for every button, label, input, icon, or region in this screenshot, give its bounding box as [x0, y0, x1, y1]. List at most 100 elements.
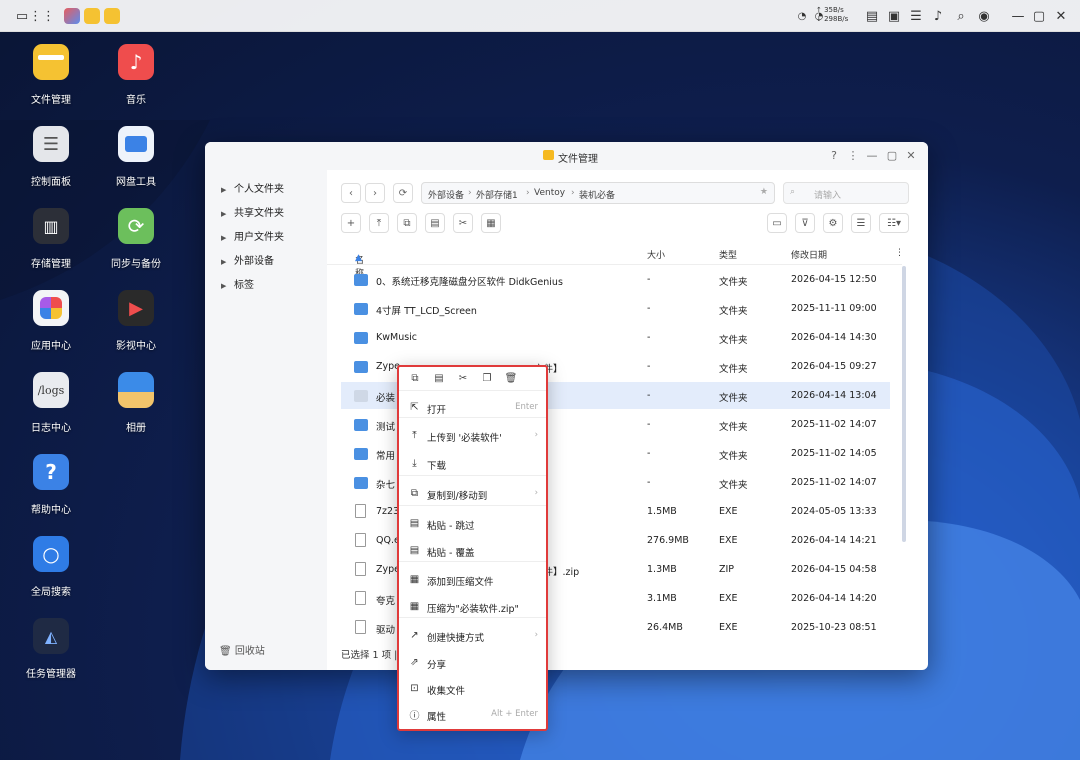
context-menu-item[interactable]: ▤ 粘贴 - 跳过	[399, 511, 546, 537]
help-button[interactable]: ?	[827, 148, 841, 162]
desktop-icon-video-center[interactable]: ▶ 影视中心	[96, 290, 176, 352]
share-icon: ⇗	[410, 657, 419, 668]
compress-button[interactable]: ▦	[481, 213, 501, 233]
widgets-icon[interactable]: ▤	[864, 8, 880, 24]
chevron-right-icon: ▶	[221, 186, 227, 194]
briefcase-button[interactable]: ▭	[767, 213, 787, 233]
desktop-icon-storage[interactable]: ▥ 存储管理	[11, 208, 91, 270]
close-button[interactable]: ✕	[904, 148, 918, 162]
context-menu-item[interactable]: ⊡ 收集文件	[399, 676, 546, 702]
close-icon[interactable]: ✕	[1053, 8, 1069, 24]
desktop-icon-log-center[interactable]: /logs 日志中心	[11, 372, 91, 434]
column-size[interactable]: 大小	[647, 248, 665, 261]
column-type[interactable]: 类型	[719, 248, 737, 261]
window-titlebar[interactable]: 文件管理 ? ⋮ — ▢ ✕	[205, 142, 928, 170]
desktop-icon-global-search[interactable]: ○ 全局搜索	[11, 536, 91, 598]
recycle-bin[interactable]: 🗑 回收站	[219, 642, 265, 657]
filter-button[interactable]: ⊽	[795, 213, 815, 233]
restore-icon[interactable]: ▢	[1031, 8, 1047, 24]
desktop-icon-file-manager[interactable]: 文件管理	[11, 44, 91, 106]
tasks-icon[interactable]: ☰	[908, 8, 924, 24]
monitor-icon[interactable]: ▣	[886, 8, 902, 24]
search-input[interactable]: ⌕ 请输入	[783, 182, 909, 204]
upload-button[interactable]: ⤒	[369, 213, 389, 233]
breadcrumb-item[interactable]: 装机必备	[579, 188, 615, 201]
taskbar-file-manager-icon[interactable]	[84, 8, 100, 24]
minimize-button[interactable]: —	[865, 148, 879, 162]
context-menu-item[interactable]: ⤓ 下载	[399, 451, 546, 477]
table-row[interactable]: KwMusic - 文件夹 2026-04-14 14:30	[341, 324, 890, 351]
file-icon	[355, 591, 366, 605]
delete-icon[interactable]: 🗑	[505, 372, 518, 384]
star-icon[interactable]: ★	[760, 187, 768, 197]
cpu-gauge-icon[interactable]: ◔	[794, 8, 810, 24]
pin-icon[interactable]: ⋮	[846, 148, 860, 162]
sidebar-item-tags[interactable]: ▶ 标签	[221, 276, 254, 291]
file-type: 文件夹	[719, 393, 748, 404]
table-row[interactable]: 4寸屏 TT_LCD_Screen - 文件夹 2025-11-11 09:00	[341, 295, 890, 322]
sidebar-item-personal[interactable]: ▶ 个人文件夹	[221, 180, 284, 195]
context-menu-item[interactable]: ⧉ 复制到/移动到 ›	[399, 481, 546, 507]
scrollbar[interactable]	[902, 266, 906, 542]
paste-icon[interactable]: ▤	[433, 372, 445, 384]
desktop-icon-cloud-tools[interactable]: 网盘工具	[96, 126, 176, 188]
breadcrumb-item[interactable]: Ventoy	[534, 188, 565, 198]
file-date: 2026-04-15 04:58	[791, 564, 877, 575]
notification-bell-icon[interactable]: ♪	[930, 8, 946, 24]
forward-button[interactable]: ›	[365, 183, 385, 203]
file-size: -	[647, 361, 651, 372]
new-button[interactable]: +	[341, 213, 361, 233]
search-icon: ⌕	[790, 187, 796, 197]
taskbar-file-manager-icon-2[interactable]	[104, 8, 120, 24]
apps-grid-icon[interactable]: ⋮⋮	[29, 8, 55, 24]
minimize-all-icon[interactable]: —	[1010, 8, 1026, 24]
taskbar-app-icon[interactable]	[64, 8, 80, 24]
sidebar-item-users[interactable]: ▶ 用户文件夹	[221, 228, 284, 243]
desktop-icon-help-center[interactable]: ? 帮助中心	[11, 454, 91, 516]
search-icon[interactable]: ⌕	[953, 8, 969, 24]
desktop-icon-app-center[interactable]: 应用中心	[11, 290, 91, 352]
copy-icon[interactable]: ⧉	[409, 372, 421, 384]
file-size: -	[647, 390, 651, 401]
table-row[interactable]: 0、系统迁移克隆磁盘分区软件 DidkGenius - 文件夹 2026-04-15 …	[341, 266, 890, 293]
sidebar-item-external[interactable]: ▶ 外部设备	[221, 252, 274, 267]
context-menu-item[interactable]: ↗ 创建快捷方式 ›	[399, 623, 546, 649]
context-menu-item[interactable]: ⓘ 属性 Alt + Enter	[399, 702, 546, 728]
view-mode-button[interactable]: ☷▾	[879, 213, 909, 233]
breadcrumb-item[interactable]: 外部设备	[428, 188, 464, 201]
refresh-button[interactable]: ⟳	[393, 183, 413, 203]
folder-icon	[354, 390, 368, 402]
show-desktop-icon[interactable]: ▭	[14, 8, 30, 24]
desktop-icon-photos[interactable]: 相册	[96, 372, 176, 434]
context-menu-item[interactable]: ▦ 添加到压缩文件	[399, 567, 546, 593]
file-date: 2026-04-15 12:50	[791, 274, 877, 285]
context-menu-item[interactable]: ⤒ 上传到 '必装软件' ›	[399, 423, 546, 449]
user-icon[interactable]: ◉	[976, 8, 992, 24]
context-menu-item[interactable]: ▦ 压缩为"必装软件.zip"	[399, 594, 546, 620]
copy-button[interactable]: ⧉	[397, 213, 417, 233]
desktop-icon-sync-backup[interactable]: ⟳ 同步与备份	[96, 208, 176, 270]
cut-icon[interactable]: ✂	[457, 372, 469, 384]
search-icon: ○	[33, 536, 69, 572]
back-button[interactable]: ‹	[341, 183, 361, 203]
sort-button[interactable]: ☰	[851, 213, 871, 233]
file-type: ZIP	[719, 564, 735, 575]
cut-button[interactable]: ✂	[453, 213, 473, 233]
desktop-icon-task-manager[interactable]: ◭ 任务管理器	[11, 618, 91, 680]
context-menu-item[interactable]: ⇗ 分享	[399, 650, 546, 676]
desktop-icon-control-panel[interactable]: ☰ 控制面板	[11, 126, 91, 188]
file-type: 文件夹	[719, 277, 748, 288]
context-menu-item[interactable]: ⇱ 打开 Enter	[399, 395, 546, 421]
duplicate-icon[interactable]: ❐	[481, 372, 493, 384]
context-menu-item[interactable]: ▤ 粘贴 - 覆盖	[399, 538, 546, 564]
breadcrumb-item[interactable]: 外部存储1	[476, 188, 518, 201]
sidebar-item-shared[interactable]: ▶ 共享文件夹	[221, 204, 284, 219]
paste-button[interactable]: ▤	[425, 213, 445, 233]
maximize-button[interactable]: ▢	[885, 148, 899, 162]
logs-icon: /logs	[33, 372, 69, 408]
settings-button[interactable]: ⚙	[823, 213, 843, 233]
menu-item-label: 创建快捷方式	[427, 633, 485, 644]
column-date[interactable]: 修改日期	[791, 248, 827, 261]
column-more-icon[interactable]: ⋮	[895, 248, 904, 258]
desktop-icon-music[interactable]: ♪ 音乐	[96, 44, 176, 106]
